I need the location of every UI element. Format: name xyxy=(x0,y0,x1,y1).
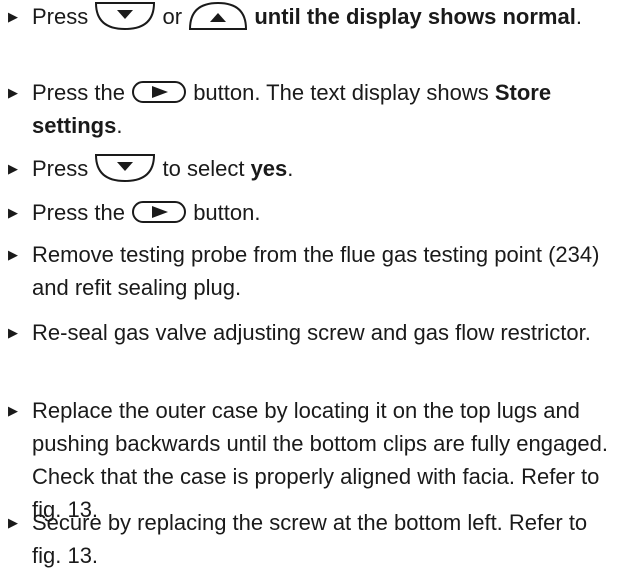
bullet-icon: ▶ xyxy=(8,85,18,100)
bullet-icon: ▶ xyxy=(8,205,18,220)
step-5: ▶ Remove testing probe from the flue gas… xyxy=(8,238,620,304)
step-bold-text: until the display shows normal xyxy=(254,4,576,29)
step-8: ▶ Secure by replacing the screw at the b… xyxy=(8,506,620,572)
step-2: ▶ Press the button. The text display sho… xyxy=(8,76,620,142)
up-arrow-button-icon xyxy=(189,2,248,31)
down-arrow-button-icon xyxy=(95,154,156,183)
step-text: Re-seal gas valve adjusting screw and ga… xyxy=(32,320,591,345)
bullet-icon: ▶ xyxy=(8,9,18,24)
bullet-icon: ▶ xyxy=(8,515,18,530)
instruction-page: ▶ Press or until the display shows norma… xyxy=(0,0,626,575)
step-text: Remove testing probe from the flue gas t… xyxy=(32,242,600,300)
step-text: button. xyxy=(193,200,261,225)
step-4: ▶ Press the button. xyxy=(8,196,620,229)
step-text: Secure by replacing the screw at the bot… xyxy=(32,510,588,568)
right-arrow-button-icon xyxy=(132,81,187,104)
bullet-icon: ▶ xyxy=(8,247,18,262)
step-text: button. The text display shows xyxy=(193,80,489,105)
step-text: Press the xyxy=(32,80,125,105)
step-1: ▶ Press or until the display shows norma… xyxy=(8,0,620,33)
step-6: ▶ Re-seal gas valve adjusting screw and … xyxy=(8,316,620,349)
bullet-icon: ▶ xyxy=(8,325,18,340)
down-arrow-button-icon xyxy=(95,2,156,31)
step-text: Press xyxy=(32,156,89,181)
step-text: to select xyxy=(162,156,245,181)
step-3: ▶ Press to select yes. xyxy=(8,152,620,185)
step-bold-text: yes xyxy=(250,156,288,181)
step-text: Press the xyxy=(32,200,125,225)
right-arrow-button-icon xyxy=(132,201,187,224)
step-text: Press xyxy=(32,4,89,29)
step-text: or xyxy=(162,4,183,29)
bullet-icon: ▶ xyxy=(8,161,18,176)
